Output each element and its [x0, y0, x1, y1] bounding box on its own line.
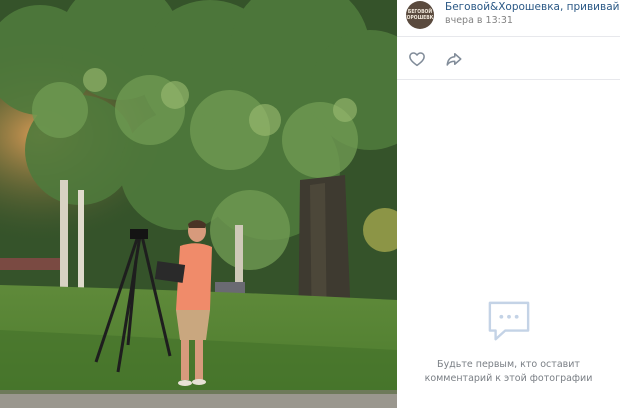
empty-comments-line-1: Будьте первым, кто оставит: [437, 359, 580, 370]
post-actions: [397, 37, 620, 80]
empty-comments-line-2: комментарий к этой фотографии: [424, 373, 593, 384]
group-avatar[interactable]: БЕГОВОЙ ХОРОШЕВКА: [406, 1, 434, 29]
post-date[interactable]: вчера в 13:31: [445, 15, 513, 26]
empty-comments: Будьте первым, кто оставит комментарий к…: [397, 300, 620, 386]
speech-bubble-icon: [488, 301, 529, 341]
photo-image: [0, 0, 397, 408]
post-header: БЕГОВОЙ ХОРОШЕВКА Беговой&Хорошевка, при…: [397, 0, 620, 37]
photo[interactable]: [0, 0, 397, 408]
post-sidebar: БЕГОВОЙ ХОРОШЕВКА Беговой&Хорошевка, при…: [397, 0, 620, 408]
avatar-logo-text: БЕГОВОЙ ХОРОШЕВКА: [406, 9, 434, 21]
heart-icon[interactable]: [408, 50, 426, 68]
photo-viewer: БЕГОВОЙ ХОРОШЕВКА Беговой&Хорошевка, при…: [0, 0, 620, 408]
share-arrow-icon[interactable]: [445, 50, 463, 68]
group-name-link[interactable]: Беговой&Хорошевка, прививайся!: [445, 1, 620, 13]
